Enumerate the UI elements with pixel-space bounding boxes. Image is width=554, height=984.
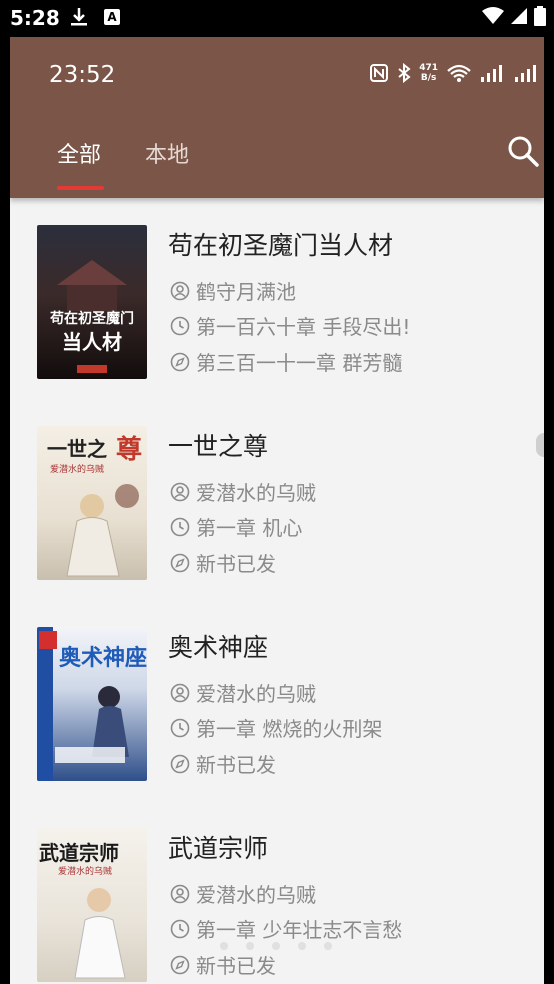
book-author-row: 爱潜水的乌贼 bbox=[170, 879, 316, 908]
compass-icon bbox=[170, 553, 190, 572]
svg-text:爱潜水的乌贼: 爱潜水的乌贼 bbox=[58, 865, 112, 877]
clock-icon bbox=[170, 316, 190, 335]
svg-text:苟在初圣魔门: 苟在初圣魔门 bbox=[49, 310, 134, 327]
device-clock: 5:28 bbox=[10, 6, 60, 30]
net-speed-unit: B/s bbox=[420, 73, 437, 83]
book-author: 爱潜水的乌贼 bbox=[196, 883, 316, 907]
book-latest-row: 新书已发 bbox=[170, 950, 276, 979]
book-author-row: 爱潜水的乌贼 bbox=[170, 678, 316, 707]
tab-indicator bbox=[57, 186, 104, 190]
search-icon bbox=[508, 136, 539, 167]
page-dot bbox=[298, 942, 306, 950]
svg-text:一世之: 一世之 bbox=[47, 437, 107, 461]
user-icon bbox=[170, 482, 190, 501]
clock-icon bbox=[170, 919, 190, 938]
book-latest-chapter: 新书已发 bbox=[196, 954, 276, 978]
svg-text:武道宗师: 武道宗师 bbox=[39, 841, 119, 865]
signal-bars-icon bbox=[481, 65, 502, 82]
net-speed: 471 B/s bbox=[419, 63, 438, 83]
book-latest-row: 新书已发 bbox=[170, 749, 276, 778]
edge-handle[interactable] bbox=[536, 433, 544, 457]
user-icon bbox=[170, 281, 190, 300]
book-author: 爱潜水的乌贼 bbox=[196, 481, 316, 505]
compass-icon bbox=[170, 754, 190, 773]
page-dot bbox=[220, 942, 228, 950]
book-title: 苟在初圣魔门当人材 bbox=[168, 231, 394, 260]
book-item[interactable]: 苟在初圣魔门 当人材 苟在初圣魔门当人材 鹤守月满池 第一百六十章 手段尽出! … bbox=[10, 198, 544, 399]
app-header: 23:52 471 B/s 全部 本地 bbox=[10, 37, 544, 198]
book-item[interactable]: 奥术神座 奥术神座 爱潜水的乌贼 第一章 燃烧的火刑架 新书已发 bbox=[10, 600, 544, 801]
app-clock: 23:52 bbox=[49, 62, 116, 88]
wifi-icon bbox=[482, 7, 504, 24]
battery-icon bbox=[534, 6, 546, 26]
download-icon bbox=[70, 7, 88, 31]
book-author-row: 爱潜水的乌贼 bbox=[170, 477, 316, 506]
nfc-icon bbox=[370, 64, 389, 82]
clock-icon bbox=[170, 517, 190, 536]
book-cover: 武道宗师 爱潜水的乌贼 bbox=[37, 828, 147, 982]
book-latest-chapter: 新书已发 bbox=[196, 552, 276, 576]
user-icon bbox=[170, 683, 190, 702]
book-author: 鹤守月满池 bbox=[196, 280, 296, 304]
book-latest-row: 第三百一十一章 群芳髓 bbox=[170, 347, 402, 376]
net-speed-value: 471 bbox=[419, 63, 438, 73]
book-latest-chapter: 新书已发 bbox=[196, 753, 276, 777]
tab-local[interactable]: 本地 bbox=[145, 137, 189, 169]
device-status-icons bbox=[482, 6, 546, 26]
svg-text:当人材: 当人材 bbox=[62, 330, 122, 354]
signal-bars-icon bbox=[515, 65, 536, 82]
svg-text:爱潜水的乌贼: 爱潜水的乌贼 bbox=[50, 463, 104, 475]
page-dot bbox=[246, 942, 254, 950]
book-last-read-row: 第一百六十章 手段尽出! bbox=[170, 311, 410, 340]
search-button[interactable] bbox=[506, 134, 542, 170]
notification-a-icon: A bbox=[104, 9, 120, 25]
compass-icon bbox=[170, 352, 190, 371]
user-icon bbox=[170, 884, 190, 903]
page-indicator-dots bbox=[220, 942, 332, 950]
book-title: 一世之尊 bbox=[168, 432, 269, 461]
svg-text:奥术神座: 奥术神座 bbox=[59, 645, 147, 671]
book-cover: 奥术神座 bbox=[37, 627, 147, 781]
page-dot bbox=[272, 942, 280, 950]
app-status-icons: 471 B/s bbox=[369, 63, 540, 83]
svg-text:尊: 尊 bbox=[116, 434, 142, 465]
clock-icon bbox=[170, 718, 190, 737]
compass-icon bbox=[170, 955, 190, 974]
book-title: 奥术神座 bbox=[168, 633, 269, 662]
book-cover: 一世之 尊 爱潜水的乌贼 bbox=[37, 426, 147, 580]
book-latest-chapter: 第三百一十一章 群芳髓 bbox=[196, 351, 403, 375]
book-cover: 苟在初圣魔门 当人材 bbox=[37, 225, 147, 379]
book-last-read-row: 第一章 燃烧的火刑架 bbox=[170, 713, 382, 742]
book-list: 苟在初圣魔门 当人材 苟在初圣魔门当人材 鹤守月满池 第一百六十章 手段尽出! … bbox=[10, 198, 544, 984]
tab-all[interactable]: 全部 bbox=[57, 137, 101, 169]
book-last-read: 第一章 少年壮志不言愁 bbox=[196, 918, 403, 942]
book-title: 武道宗师 bbox=[168, 834, 269, 863]
app-window: 23:52 471 B/s 全部 本地 苟在初圣魔门 当人材 苟在初圣魔门当人材… bbox=[10, 37, 544, 984]
book-item[interactable]: 武道宗师 爱潜水的乌贼 武道宗师 爱潜水的乌贼 第一章 少年壮志不言愁 新书已发 bbox=[10, 801, 544, 984]
book-last-read-row: 第一章 机心 bbox=[170, 512, 302, 541]
book-author: 爱潜水的乌贼 bbox=[196, 682, 316, 706]
signal-icon bbox=[511, 8, 527, 24]
page-dot bbox=[324, 942, 332, 950]
book-last-read: 第一章 机心 bbox=[196, 516, 303, 540]
bluetooth-icon bbox=[398, 63, 411, 83]
book-last-read: 第一百六十章 手段尽出! bbox=[196, 315, 411, 339]
book-last-read: 第一章 燃烧的火刑架 bbox=[196, 717, 383, 741]
device-status-bar: 5:28 A bbox=[0, 0, 554, 37]
book-last-read-row: 第一章 少年壮志不言愁 bbox=[170, 914, 402, 943]
book-author-row: 鹤守月满池 bbox=[170, 276, 296, 305]
book-item[interactable]: 一世之 尊 爱潜水的乌贼 一世之尊 爱潜水的乌贼 第一章 机心 新书已发 bbox=[10, 399, 544, 600]
wifi-icon bbox=[447, 64, 471, 82]
book-latest-row: 新书已发 bbox=[170, 548, 276, 577]
